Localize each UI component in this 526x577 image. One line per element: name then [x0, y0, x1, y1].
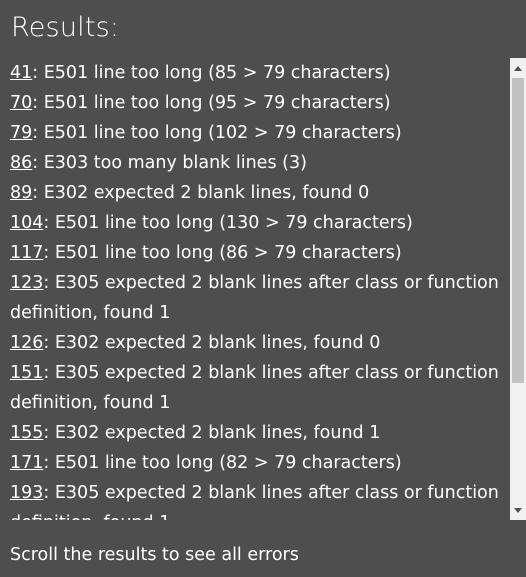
results-title: Results:	[11, 12, 120, 43]
line-number-link[interactable]: 104	[10, 213, 43, 233]
line-number-link[interactable]: 126	[10, 333, 43, 353]
result-message: : E303 too many blank lines (3)	[32, 153, 307, 173]
line-number-link[interactable]: 123	[10, 273, 43, 293]
result-message: : E501 line too long (85 > 79 characters…	[32, 63, 391, 83]
result-item: 193: E305 expected 2 blank lines after c…	[10, 478, 510, 520]
result-message: : E501 line too long (82 > 79 characters…	[43, 453, 402, 473]
result-message: : E302 expected 2 blank lines, found 0	[43, 333, 381, 353]
scrollbar[interactable]	[510, 58, 526, 520]
result-message: : E501 line too long (86 > 79 characters…	[43, 243, 402, 263]
result-item: 89: E302 expected 2 blank lines, found 0	[10, 178, 510, 208]
scroll-down-arrow-icon[interactable]	[510, 502, 526, 518]
scrollbar-thumb[interactable]	[512, 78, 524, 383]
result-item: 123: E305 expected 2 blank lines after c…	[10, 268, 510, 328]
result-message: : E302 expected 2 blank lines, found 0	[32, 183, 370, 203]
result-message: : E501 line too long (130 > 79 character…	[43, 213, 413, 233]
scroll-up-arrow-icon[interactable]	[510, 60, 526, 76]
result-message: : E501 line too long (102 > 79 character…	[32, 123, 402, 143]
line-number-link[interactable]: 86	[10, 153, 32, 173]
result-item: 86: E303 too many blank lines (3)	[10, 148, 510, 178]
results-list: 41: E501 line too long (85 > 79 characte…	[10, 58, 510, 520]
result-item: 126: E302 expected 2 blank lines, found …	[10, 328, 510, 358]
line-number-link[interactable]: 155	[10, 423, 43, 443]
result-item: 117: E501 line too long (86 > 79 charact…	[10, 238, 510, 268]
line-number-link[interactable]: 171	[10, 453, 43, 473]
result-item: 79: E501 line too long (102 > 79 charact…	[10, 118, 510, 148]
result-message: : E305 expected 2 blank lines after clas…	[10, 273, 499, 323]
result-item: 104: E501 line too long (130 > 79 charac…	[10, 208, 510, 238]
result-message: : E305 expected 2 blank lines after clas…	[10, 483, 499, 520]
line-number-link[interactable]: 41	[10, 63, 32, 83]
result-message: : E305 expected 2 blank lines after clas…	[10, 363, 499, 413]
line-number-link[interactable]: 193	[10, 483, 43, 503]
result-item: 171: E501 line too long (82 > 79 charact…	[10, 448, 510, 478]
result-item: 41: E501 line too long (85 > 79 characte…	[10, 58, 510, 88]
result-item: 151: E305 expected 2 blank lines after c…	[10, 358, 510, 418]
line-number-link[interactable]: 89	[10, 183, 32, 203]
scroll-hint: Scroll the results to see all errors	[10, 545, 299, 565]
results-panel[interactable]: 41: E501 line too long (85 > 79 characte…	[10, 58, 526, 520]
line-number-link[interactable]: 151	[10, 363, 43, 383]
line-number-link[interactable]: 117	[10, 243, 43, 263]
result-message: : E501 line too long (95 > 79 characters…	[32, 93, 391, 113]
line-number-link[interactable]: 70	[10, 93, 32, 113]
line-number-link[interactable]: 79	[10, 123, 32, 143]
result-item: 70: E501 line too long (95 > 79 characte…	[10, 88, 510, 118]
result-item: 155: E302 expected 2 blank lines, found …	[10, 418, 510, 448]
result-message: : E302 expected 2 blank lines, found 1	[43, 423, 381, 443]
